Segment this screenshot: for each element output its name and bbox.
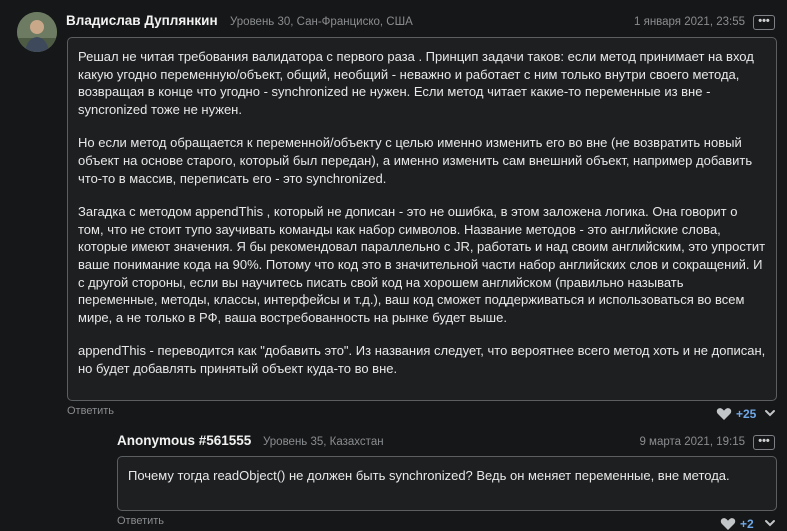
like-button[interactable] bbox=[720, 517, 736, 531]
more-dots-icon: ••• bbox=[758, 15, 770, 27]
comment-author[interactable]: Владислав Дуплянкин bbox=[66, 13, 218, 28]
comment-date: 1 января 2021, 23:55 bbox=[634, 16, 745, 28]
comment-author[interactable]: Anonymous #561555 bbox=[117, 433, 251, 448]
comment-body: Почему тогда readObject() не должен быть… bbox=[117, 456, 777, 511]
reply-button[interactable]: Ответить bbox=[117, 515, 164, 527]
avatar-image bbox=[17, 12, 57, 52]
comment-paragraph: Почему тогда readObject() не должен быть… bbox=[128, 468, 730, 483]
comment-meta: Уровень 35, Казахстан bbox=[263, 436, 384, 448]
comment-paragraph: Загадка с методом appendThis , который н… bbox=[78, 204, 766, 325]
comment-paragraph: appendThis - переводится как "добавить э… bbox=[78, 343, 766, 376]
comment-meta: Уровень 30, Сан-Франциско, США bbox=[230, 16, 413, 28]
comment-paragraph: Но если метод обращается к переменной/об… bbox=[78, 135, 753, 186]
expand-replies-button[interactable] bbox=[764, 408, 776, 418]
comment-body: Решал не читая требования валидатора с п… bbox=[67, 37, 777, 401]
reply-button[interactable]: Ответить bbox=[67, 405, 114, 417]
comment-menu-button[interactable]: ••• bbox=[753, 435, 775, 450]
avatar[interactable] bbox=[17, 12, 57, 52]
likes-count: +25 bbox=[736, 407, 757, 421]
chevron-down-icon bbox=[765, 520, 775, 527]
heart-icon bbox=[716, 408, 732, 420]
like-button[interactable] bbox=[716, 407, 732, 421]
chevron-down-icon bbox=[765, 410, 775, 417]
more-dots-icon: ••• bbox=[758, 435, 770, 447]
heart-icon bbox=[720, 518, 736, 530]
comment-menu-button[interactable]: ••• bbox=[753, 15, 775, 30]
expand-replies-button[interactable] bbox=[764, 518, 776, 528]
comment-paragraph: Решал не читая требования валидатора с п… bbox=[78, 49, 754, 117]
comment-date: 9 марта 2021, 19:15 bbox=[639, 436, 745, 448]
likes-count: +2 bbox=[740, 517, 754, 531]
